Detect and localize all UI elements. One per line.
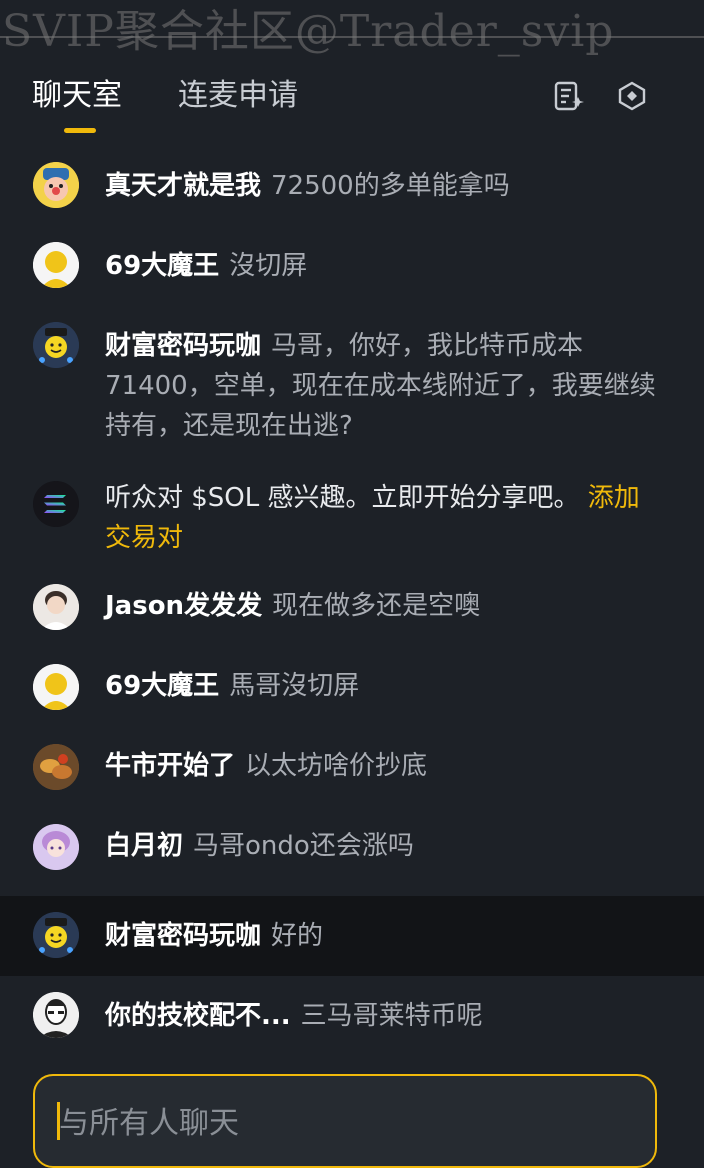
clown-avatar[interactable] <box>33 162 79 208</box>
sender-name[interactable]: 69大魔王 <box>105 251 219 281</box>
smiley-avatar[interactable] <box>33 322 79 368</box>
sender-name[interactable]: 牛市开始了 <box>105 751 235 781</box>
anime-avatar[interactable] <box>33 824 79 870</box>
tab-bar: 聊天室 连麦申请 <box>0 60 704 140</box>
food-avatar[interactable] <box>33 744 79 790</box>
chat-message-highlighted[interactable]: 财富密码玩咖 好的 <box>0 896 704 976</box>
message-text: 好的 <box>271 921 324 951</box>
default-avatar[interactable] <box>33 242 79 288</box>
sender-name[interactable]: Jason发发发 <box>105 591 262 621</box>
chat-message: 69大魔王 沒切屏 <box>0 226 704 306</box>
chat-message: 真天才就是我 72500的多单能拿吗 <box>0 146 704 226</box>
sender-name[interactable]: 财富密码玩咖 <box>105 921 261 951</box>
message-text: 马哥ondo还会涨吗 <box>193 831 414 861</box>
system-message: 听众对 $SOL 感兴趣。立即开始分享吧。 添加交易对 <box>0 466 704 576</box>
notes-icon[interactable] <box>552 80 584 112</box>
sender-name[interactable]: 白月初 <box>105 831 183 861</box>
tab-mic-requests[interactable]: 连麦申请 <box>178 76 298 116</box>
system-text: 听众对 $SOL 感兴趣。立即开始分享吧。 <box>105 483 580 513</box>
hexagon-settings-icon[interactable] <box>616 80 648 112</box>
chat-list: 真天才就是我 72500的多单能拿吗 69大魔王 沒切屏 财富密码玩咖 马哥，你… <box>0 146 704 1056</box>
message-text: 三马哥莱特币呢 <box>300 1001 483 1031</box>
chat-message: 牛市开始了 以太坊啥价抄底 <box>0 736 704 816</box>
watermark: SVIP聚合社区@Trader_svip <box>0 2 704 62</box>
sender-name[interactable]: 真天才就是我 <box>105 171 261 201</box>
chat-message: 白月初 马哥ondo还会涨吗 <box>0 816 704 896</box>
active-tab-indicator <box>64 128 96 133</box>
message-text: 以太坊啥价抄底 <box>245 751 428 781</box>
chat-message: Jason发发发 现在做多还是空噢 <box>0 576 704 656</box>
sender-name[interactable]: 你的技校配不... <box>105 1001 291 1031</box>
solana-avatar <box>33 481 79 527</box>
sender-name[interactable]: 69大魔王 <box>105 671 219 701</box>
message-text: 现在做多还是空噢 <box>272 591 481 621</box>
chat-message: 财富密码玩咖 马哥，你好，我比特币成本71400，空单，现在在成本线附近了，我要继… <box>0 306 704 466</box>
chat-message: 69大魔王 馬哥沒切屏 <box>0 656 704 736</box>
chat-message: 你的技校配不... 三马哥莱特币呢 <box>0 976 704 1056</box>
message-text: 馬哥沒切屏 <box>229 671 360 701</box>
photo-avatar[interactable] <box>33 584 79 630</box>
sketch-avatar[interactable] <box>33 992 79 1038</box>
smiley-avatar[interactable] <box>33 912 79 958</box>
message-text: 沒切屏 <box>229 251 308 281</box>
chat-input[interactable] <box>57 1100 621 1146</box>
sender-name[interactable]: 财富密码玩咖 <box>105 331 261 361</box>
default-avatar[interactable] <box>33 664 79 710</box>
tab-chatroom[interactable]: 聊天室 <box>32 76 122 116</box>
chat-input-box[interactable] <box>33 1074 657 1168</box>
message-text: 72500的多单能拿吗 <box>271 171 510 201</box>
